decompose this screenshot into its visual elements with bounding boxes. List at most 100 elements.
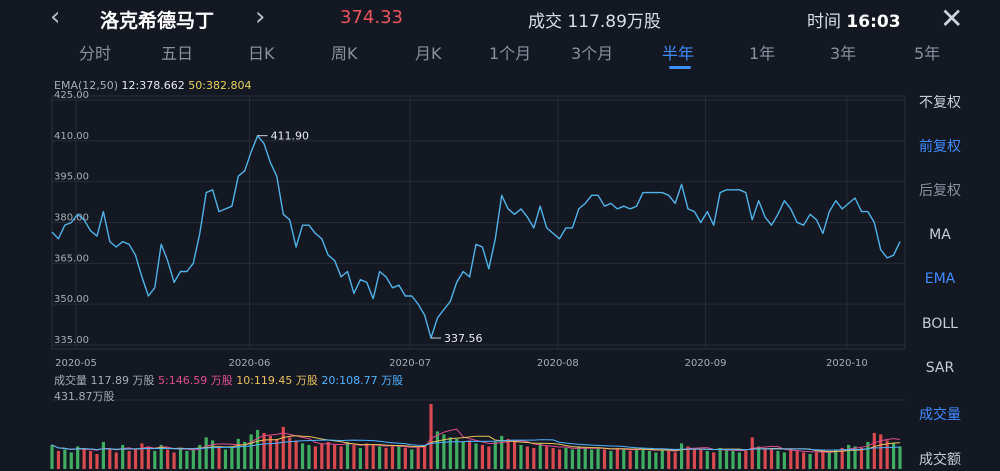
volume-bar xyxy=(628,450,632,469)
volume-bar xyxy=(808,453,812,469)
price-chart[interactable]: 425.00410.00395.00380.00365.00350.00335.… xyxy=(0,0,1000,471)
volume-bar xyxy=(699,449,703,469)
price-line xyxy=(51,135,901,339)
y-tick-label: 365.00 xyxy=(54,253,89,264)
volume-bar xyxy=(570,449,574,469)
x-tick-label: 2020-08 xyxy=(537,358,579,369)
volume-bar xyxy=(371,444,375,469)
x-tick-label: 2020-09 xyxy=(685,358,727,369)
side-item-backward-adjust[interactable]: 后复权 xyxy=(910,180,970,200)
volume-bar xyxy=(802,452,806,469)
volume-bar xyxy=(474,443,478,469)
volume-bar xyxy=(724,449,729,469)
volume-bar xyxy=(50,444,54,469)
x-tick-label: 2020-05 xyxy=(55,358,97,369)
volume-bar xyxy=(320,443,324,469)
volume-bar xyxy=(519,444,523,469)
volume-bar xyxy=(339,446,343,469)
volume-bar xyxy=(622,449,626,469)
volume-bar xyxy=(827,452,831,469)
volume-bar xyxy=(435,431,440,469)
volume-bar xyxy=(358,447,362,469)
volume-bar xyxy=(217,447,221,469)
volume-bar xyxy=(423,444,427,469)
volume-bar xyxy=(750,437,754,469)
volume-bar xyxy=(673,452,677,469)
volume-bar xyxy=(262,432,266,469)
volume-bar xyxy=(602,449,607,469)
volume-bar xyxy=(776,450,780,469)
side-item-forward-adjust[interactable]: 前复权 xyxy=(910,136,970,156)
volume-bar xyxy=(101,441,105,469)
volume-bar xyxy=(583,447,587,469)
volume-bar xyxy=(557,449,562,469)
peak-label: 411.90 xyxy=(271,130,310,143)
volume-bar xyxy=(56,450,61,469)
volume-bar xyxy=(236,438,240,469)
volume-bar xyxy=(898,446,902,469)
volume-bar xyxy=(635,449,639,469)
volume-ma20-label: 20: xyxy=(321,374,340,387)
side-panel: 不复权 前复权 后复权 MA EMA BOLL SAR 成交量 成交额 xyxy=(910,80,1000,471)
volume-bar xyxy=(577,446,581,469)
volume-bar xyxy=(512,441,517,469)
volume-bar xyxy=(403,447,407,469)
volume-bar xyxy=(384,447,388,469)
volume-bar xyxy=(660,449,664,469)
side-item-boll[interactable]: BOLL xyxy=(910,316,970,332)
ema12-value: 378.662 xyxy=(139,79,185,92)
volume-bar xyxy=(596,447,600,469)
volume-bar xyxy=(789,449,793,469)
volume-bar xyxy=(204,437,208,469)
volume-bar xyxy=(185,450,189,469)
volume-bar xyxy=(615,447,619,469)
volume-legend-label: 成交量 xyxy=(54,374,87,387)
volume-bar xyxy=(679,443,684,469)
volume-bar xyxy=(268,435,273,469)
volume-bar xyxy=(88,450,93,469)
volume-bar xyxy=(641,447,645,469)
volume-bar xyxy=(654,452,658,469)
volume-bar xyxy=(326,441,330,469)
volume-bar xyxy=(885,440,889,469)
volume-bar xyxy=(731,450,735,469)
volume-bar xyxy=(429,404,433,469)
volume-ma10-label: 10: xyxy=(236,374,254,387)
volume-bar xyxy=(69,452,73,469)
ema50-label: 50: xyxy=(188,79,206,92)
volume-bar xyxy=(609,450,613,469)
ema50-value: 382.804 xyxy=(205,79,252,92)
volume-bar xyxy=(551,447,555,469)
volume-bar xyxy=(223,449,228,469)
volume-bar xyxy=(590,449,594,469)
volume-bar xyxy=(705,450,709,469)
side-item-ma[interactable]: MA xyxy=(910,227,970,243)
volume-ma5-value: 146.59 万股 xyxy=(168,374,233,387)
side-item-ema[interactable]: EMA xyxy=(910,271,970,287)
volume-bar xyxy=(737,452,741,469)
volume-ma5-label: 5: xyxy=(158,374,169,387)
volume-bar xyxy=(345,441,350,469)
x-tick-label: 2020-07 xyxy=(389,358,431,369)
side-item-sar[interactable]: SAR xyxy=(910,360,970,376)
volume-bar xyxy=(313,446,317,469)
y-tick-label: 395.00 xyxy=(54,172,89,183)
volume-bar xyxy=(506,438,510,469)
side-item-turnover[interactable]: 成交额 xyxy=(910,449,970,469)
volume-bar xyxy=(667,450,671,469)
volume-bar xyxy=(814,452,819,469)
volume-bar xyxy=(564,447,568,469)
volume-bar xyxy=(718,447,722,469)
side-item-no-adjust[interactable]: 不复权 xyxy=(910,92,970,112)
volume-bar xyxy=(352,444,356,469)
volume-bar xyxy=(545,446,549,469)
volume-bar xyxy=(879,434,883,469)
volume-bar xyxy=(647,450,652,469)
volume-bar xyxy=(744,450,748,469)
volume-bar xyxy=(307,444,311,469)
x-tick-label: 2020-10 xyxy=(826,358,868,369)
volume-bar xyxy=(63,449,67,469)
volume-bar xyxy=(390,444,395,469)
volume-bar xyxy=(108,449,112,469)
side-item-volume[interactable]: 成交量 xyxy=(910,404,970,424)
